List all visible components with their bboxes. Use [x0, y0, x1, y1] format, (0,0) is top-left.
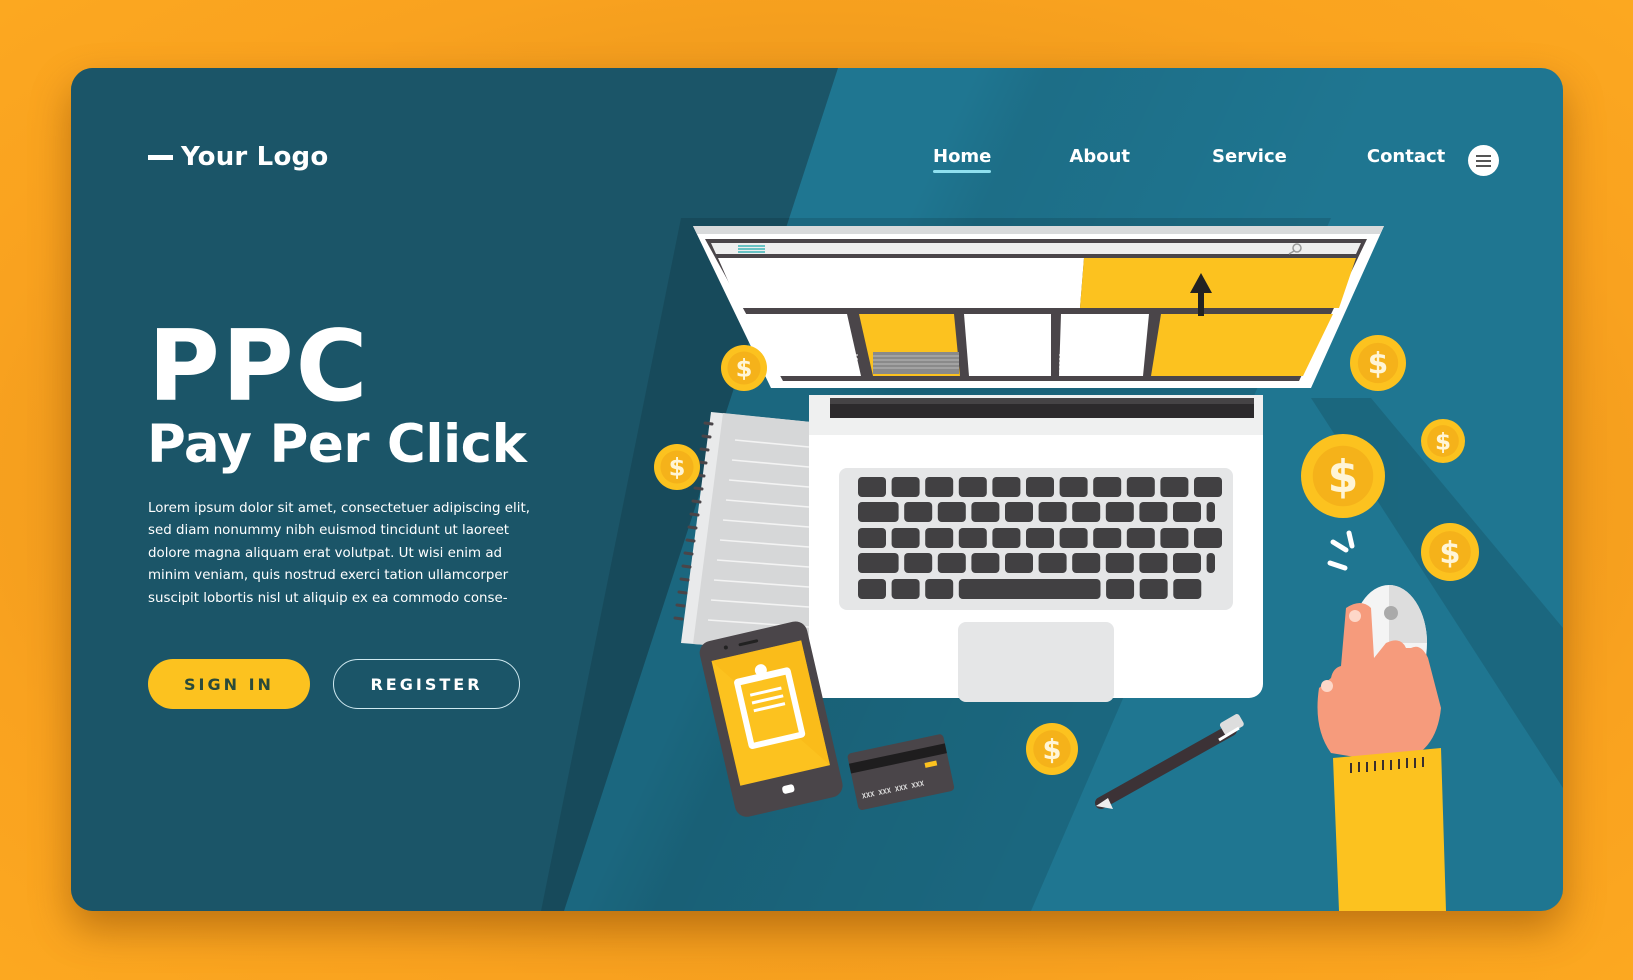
keyboard-key: [958, 528, 987, 548]
keyboard-key: [1194, 477, 1222, 497]
hero-subtitle: Pay Per Click: [147, 414, 527, 475]
coin-icon: $: [1301, 434, 1385, 518]
keyboard-key: [1026, 528, 1054, 548]
keyboard-key: [904, 502, 933, 522]
keyboard-key: [858, 477, 886, 497]
nav-about[interactable]: About: [1069, 146, 1130, 167]
coin-icon: $: [1421, 523, 1479, 581]
coin-icon: $: [1350, 335, 1406, 391]
svg-text:$: $: [1435, 429, 1451, 455]
keyboard-key: [1105, 502, 1134, 522]
keyboard-key: [971, 502, 1000, 522]
coin-icon: $: [721, 345, 767, 391]
keyboard-key: [1093, 477, 1122, 497]
keyboard-key: [1005, 553, 1033, 573]
logo[interactable]: Your Logo: [148, 142, 328, 172]
keyboard-key: [1038, 553, 1067, 573]
svg-text:$: $: [1368, 347, 1388, 381]
pen-icon: [1095, 714, 1244, 809]
keyboard-key: [1038, 502, 1067, 522]
hero-body: Lorem ipsum dolor sit amet, consectetuer…: [148, 501, 530, 606]
nav-contact[interactable]: Contact: [1367, 146, 1445, 167]
keyboard-key: [1072, 502, 1101, 522]
keyboard-key: [1059, 528, 1088, 548]
logo-text: Your Logo: [181, 142, 329, 172]
keyboard-key: [1173, 502, 1201, 522]
keyboard-key: [1173, 579, 1202, 599]
keyboard-key: [925, 528, 954, 548]
keyboard-key: [891, 528, 920, 548]
keyboard-key: [1173, 553, 1201, 573]
keyboard-key: [1126, 528, 1155, 548]
keyboard-key: [1206, 553, 1215, 573]
keyboard-key: [858, 528, 886, 548]
svg-text:$: $: [1328, 452, 1359, 503]
keyboard-key: [858, 579, 886, 599]
keyboard-key: [1126, 477, 1155, 497]
keyboard-key: [1160, 528, 1189, 548]
svg-text:$: $: [736, 355, 753, 383]
keyboard-key: [1206, 502, 1215, 522]
keyboard-key: [858, 502, 899, 522]
keyboard-key: [1093, 528, 1122, 548]
keyboard-key: [1139, 502, 1168, 522]
ppc-illustration: XXX XXX XXX XXX $$$$$$$: [541, 218, 1563, 911]
keyboard-key: [1059, 477, 1088, 497]
hero-title: PPC: [148, 310, 370, 424]
register-button[interactable]: REGISTER: [333, 659, 520, 709]
keyboard-key: [971, 553, 1000, 573]
keyboard-key: [1106, 579, 1135, 599]
keyboard-key: [992, 528, 1021, 548]
nav-home[interactable]: Home: [933, 146, 992, 173]
keyboard-key: [858, 553, 899, 573]
svg-text:$: $: [1439, 536, 1460, 571]
svg-text:$: $: [669, 454, 686, 482]
keyboard-key: [1072, 553, 1101, 573]
coin-icon: $: [1026, 723, 1078, 775]
coin-icon: $: [1421, 419, 1465, 463]
landing-card: XXX XXX XXX XXX $ $ $ $ $ $ $ Your Logo …: [71, 68, 1563, 911]
keyboard-key: [925, 477, 954, 497]
laptop-screen: [693, 226, 1384, 388]
keyboard-key: [1194, 528, 1222, 548]
keyboard-key: [1139, 553, 1168, 573]
keyboard-key: [891, 579, 920, 599]
svg-text:$: $: [1043, 735, 1062, 766]
keyboard-key: [1105, 553, 1134, 573]
coin-icon: $: [654, 444, 700, 490]
keyboard-key: [937, 553, 966, 573]
laptop-icon: [809, 395, 1263, 702]
keyboard-key: [925, 579, 954, 599]
hamburger-menu-icon[interactable]: [1468, 145, 1499, 176]
keyboard-key: [937, 502, 966, 522]
nav-service[interactable]: Service: [1212, 146, 1287, 167]
keyboard-key: [1160, 477, 1189, 497]
main-nav: Home About Service Contact: [933, 146, 1445, 173]
keyboard-key: [992, 477, 1021, 497]
keyboard-key: [1005, 502, 1033, 522]
keyboard-key: [1139, 579, 1168, 599]
logo-mark-icon: [148, 154, 173, 160]
trackpad: [958, 622, 1114, 702]
keyboard-key: [958, 579, 1101, 599]
keyboard-key: [1026, 477, 1054, 497]
sign-in-button[interactable]: SIGN IN: [148, 659, 310, 709]
keyboard-key: [958, 477, 987, 497]
keyboard-key: [891, 477, 920, 497]
keyboard-key: [904, 553, 933, 573]
